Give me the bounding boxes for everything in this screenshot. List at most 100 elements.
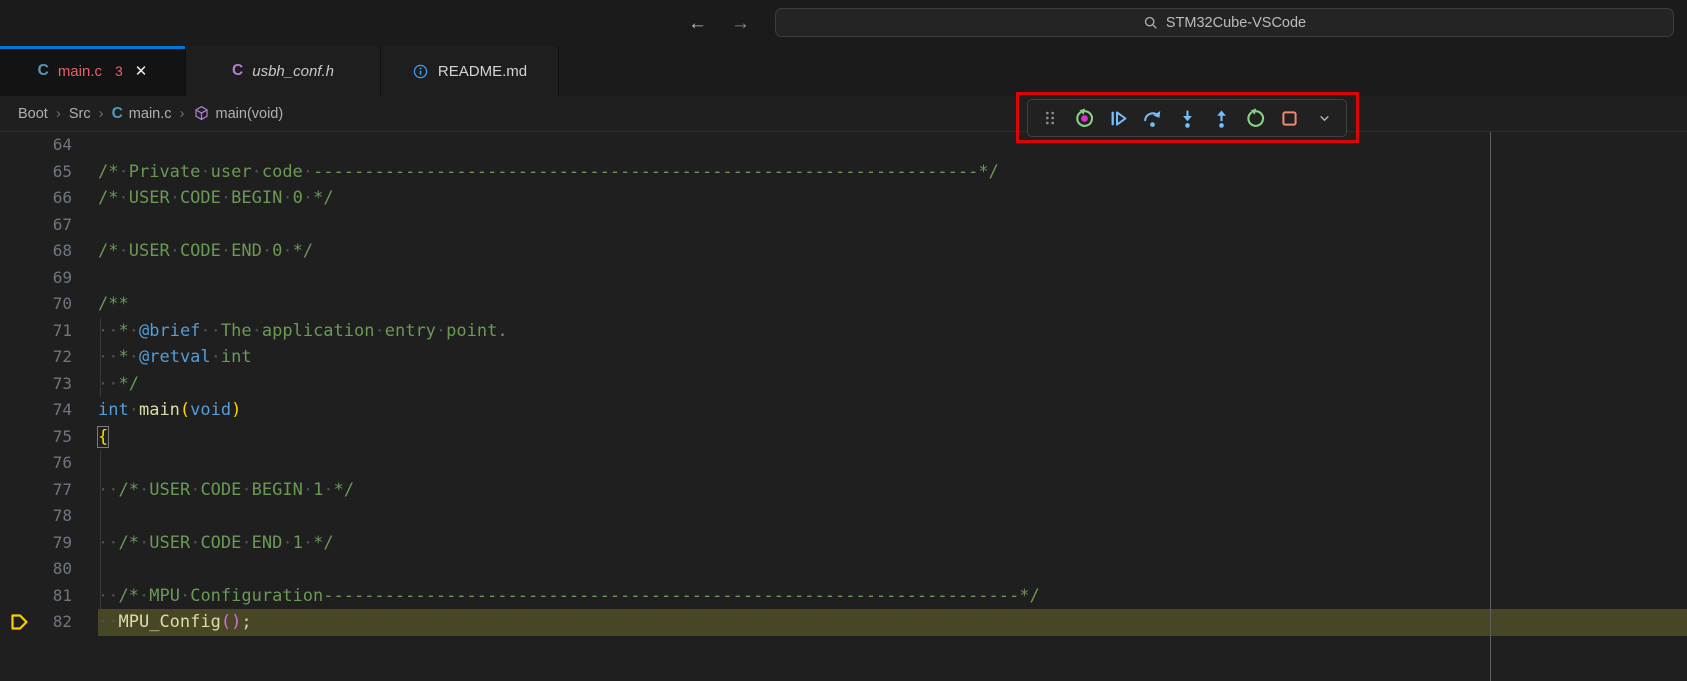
code-line-64[interactable]: 64 — [0, 132, 1687, 159]
code-line-text — [98, 265, 1687, 292]
c-file-icon: C — [38, 62, 49, 80]
debug-more-options-button[interactable] — [1311, 105, 1337, 131]
title-bar: ← → STM32Cube-VSCode — [0, 0, 1687, 46]
code-line-text: ··MPU_Config(); — [98, 609, 1687, 636]
gutter[interactable]: 74 — [0, 397, 98, 424]
gutter[interactable]: 82 — [0, 609, 98, 636]
gutter[interactable]: 75 — [0, 424, 98, 451]
gutter[interactable]: 72 — [0, 344, 98, 371]
code-line-text: ··/*·MPU·Configuration------------------… — [98, 583, 1687, 610]
line-number: 74 — [53, 397, 72, 424]
code-line-66[interactable]: 66/*·USER·CODE·BEGIN·0·*/ — [0, 185, 1687, 212]
line-number: 81 — [53, 583, 72, 610]
code-line-text: ··*·@retval·int — [98, 344, 1687, 371]
debug-step-over-button[interactable] — [1140, 105, 1166, 131]
code-line-text: ··*/ — [98, 371, 1687, 398]
gutter[interactable]: 71 — [0, 318, 98, 345]
c-file-icon: C — [112, 105, 123, 123]
gutter[interactable]: 79 — [0, 530, 98, 557]
gutter[interactable]: 73 — [0, 371, 98, 398]
gutter[interactable]: 66 — [0, 185, 98, 212]
debug-step-out-button[interactable] — [1208, 105, 1234, 131]
reset-icon — [1074, 108, 1095, 129]
code-line-68[interactable]: 68 /*·USER·CODE·END·0·*/ — [0, 238, 1687, 265]
code-line-78[interactable]: 78 — [0, 503, 1687, 530]
tab-main-c[interactable]: C main.c 3 ✕ — [0, 46, 186, 96]
line-number: 82 — [53, 609, 72, 636]
breadcrumb-item-main-c[interactable]: C main.c — [112, 105, 172, 123]
breadcrumb-item-src[interactable]: Src — [69, 106, 91, 122]
code-line-77[interactable]: 77··/*·USER·CODE·BEGIN·1·*/ — [0, 477, 1687, 504]
tab-readme-md[interactable]: README.md — [381, 46, 559, 96]
code-line-text: int·main(void) — [98, 397, 1687, 424]
navigate-forward-button[interactable]: → — [731, 14, 750, 33]
gutter[interactable]: 78 — [0, 503, 98, 530]
code-line-text — [98, 503, 1687, 530]
restart-icon — [1245, 108, 1266, 129]
breadcrumb-item-boot[interactable]: Boot — [18, 106, 48, 122]
gutter[interactable]: 68 — [0, 238, 98, 265]
debug-restart-button[interactable] — [1243, 105, 1269, 131]
code-line-76[interactable]: 76 — [0, 450, 1687, 477]
code-line-text: /*·USER·CODE·END·0·*/ — [98, 238, 1687, 265]
command-center-search[interactable]: STM32Cube-VSCode — [775, 8, 1674, 37]
code-line-73[interactable]: 73 ··*/ — [0, 371, 1687, 398]
editor-code-area: 6465/*·Private·user·code·---------------… — [0, 132, 1687, 681]
code-line-70[interactable]: 70 /** — [0, 291, 1687, 318]
code-line-text: /*·Private·user·code·-------------------… — [98, 159, 1687, 186]
code-line-text — [98, 556, 1687, 583]
code-line-text: ··/*·USER·CODE·BEGIN·1·*/ — [98, 477, 1687, 504]
code-line-69[interactable]: 69 — [0, 265, 1687, 292]
gutter[interactable]: 65 — [0, 159, 98, 186]
code-line-74[interactable]: 74 int·main(void) — [0, 397, 1687, 424]
debug-continue-button[interactable] — [1106, 105, 1132, 131]
tab-usbh-conf-h[interactable]: C usbh_conf.h — [186, 46, 381, 96]
code-line-82[interactable]: 82 ··MPU_Config(); — [0, 609, 1687, 636]
gutter[interactable]: 64 — [0, 132, 98, 159]
gutter[interactable]: 70 — [0, 291, 98, 318]
code-line-81[interactable]: 81 ··/*·MPU·Configuration----------------… — [0, 583, 1687, 610]
gutter[interactable]: 77 — [0, 477, 98, 504]
debug-reset-button[interactable] — [1071, 105, 1097, 131]
breadcrumb-item-main-void[interactable]: main(void) — [193, 105, 284, 122]
info-icon — [412, 63, 429, 80]
gutter[interactable]: 81 — [0, 583, 98, 610]
gutter[interactable]: 80 — [0, 556, 98, 583]
gutter[interactable]: 76 — [0, 450, 98, 477]
code-line-72[interactable]: 72 ··*·@retval·int — [0, 344, 1687, 371]
line-number: 72 — [53, 344, 72, 371]
editor-ruler — [1490, 132, 1491, 681]
code-lines: 6465/*·Private·user·code·---------------… — [0, 132, 1687, 636]
code-line-79[interactable]: 79··/*·USER·CODE·END·1·*/ — [0, 530, 1687, 557]
debug-step-into-button[interactable] — [1174, 105, 1200, 131]
code-line-text: ··*·@brief··The·application·entry·point. — [98, 318, 1687, 345]
code-line-text: /*·USER·CODE·BEGIN·0·*/ — [98, 185, 1687, 212]
code-line-75[interactable]: 75 { — [0, 424, 1687, 451]
line-number: 70 — [53, 291, 72, 318]
debug-toolbar — [1027, 99, 1347, 137]
gutter[interactable]: 67 — [0, 212, 98, 239]
code-line-80[interactable]: 80 — [0, 556, 1687, 583]
c-file-icon: C — [232, 62, 243, 80]
close-tab-icon[interactable]: ✕ — [135, 62, 148, 80]
code-line-text: { — [98, 424, 1687, 451]
line-number: 71 — [53, 318, 72, 345]
code-line-71[interactable]: 71 ··*·@brief··The·application·entry·poin… — [0, 318, 1687, 345]
debug-stop-button[interactable] — [1277, 105, 1303, 131]
line-number: 75 — [53, 424, 72, 451]
code-line-text: /** — [98, 291, 1687, 318]
symbol-method-icon — [193, 105, 210, 122]
toolbar-drag-grip[interactable] — [1037, 105, 1063, 131]
line-number: 73 — [53, 371, 72, 398]
line-number: 76 — [53, 450, 72, 477]
continue-icon — [1108, 108, 1129, 129]
search-icon — [1143, 15, 1158, 30]
stop-icon — [1279, 108, 1300, 129]
gutter[interactable]: 69 — [0, 265, 98, 292]
step-into-icon — [1177, 108, 1198, 129]
code-line-65[interactable]: 65/*·Private·user·code·-----------------… — [0, 159, 1687, 186]
code-line-67[interactable]: 67 — [0, 212, 1687, 239]
navigate-back-button[interactable]: ← — [688, 14, 707, 33]
line-number: 68 — [53, 238, 72, 265]
line-number: 80 — [53, 556, 72, 583]
